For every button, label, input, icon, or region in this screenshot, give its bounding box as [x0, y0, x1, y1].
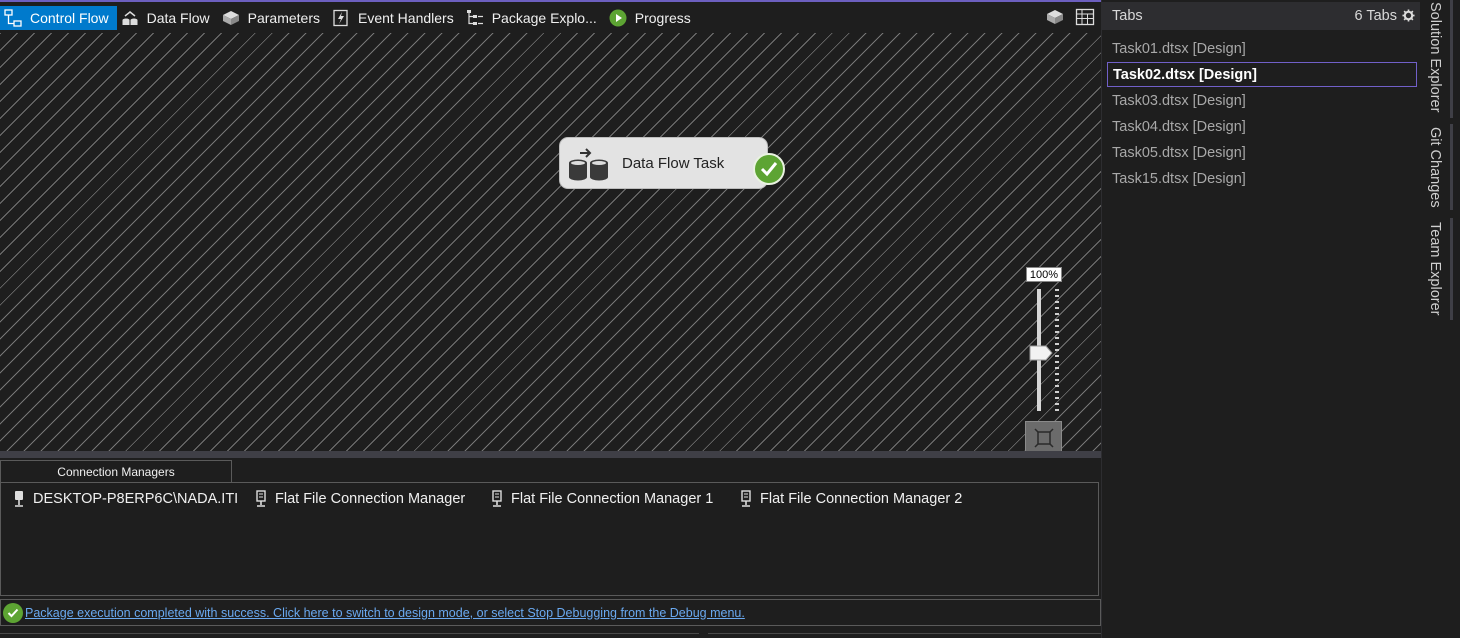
execution-status-bar: Package execution completed with success…	[0, 599, 1101, 626]
connection-manager-item[interactable]: Flat File Connection Manager	[253, 490, 465, 508]
package-designer: Control Flow Data Flow Parameters Event …	[0, 0, 1101, 638]
tabs-panel-header: Tabs 6 Tabs	[1102, 2, 1421, 30]
open-tab-item[interactable]: Task04.dtsx [Design]	[1107, 114, 1417, 139]
side-tab-team-explorer[interactable]: Team Explorer	[1420, 218, 1453, 320]
tab-parameters[interactable]: Parameters	[218, 6, 328, 30]
progress-icon	[609, 9, 627, 27]
zoom-slider-ticks	[1055, 289, 1059, 411]
success-check-icon	[753, 153, 785, 185]
open-tab-item-selected[interactable]: Task02.dtsx [Design]	[1107, 62, 1417, 87]
success-check-icon	[3, 602, 23, 623]
tab-label: Event Handlers	[357, 9, 454, 26]
connection-manager-item[interactable]: Flat File Connection Manager 1	[489, 490, 713, 508]
side-tab-label: Git Changes	[1427, 126, 1443, 208]
tab-event-handlers[interactable]: Event Handlers	[328, 6, 462, 30]
canvas-scroll-divider	[0, 451, 1101, 458]
tab-control-flow[interactable]: Control Flow	[0, 5, 117, 30]
side-tab-label: Team Explorer	[1427, 222, 1443, 316]
control-flow-canvas[interactable]: Data Flow Task 100%	[0, 33, 1101, 451]
zoom-level-label: 100%	[1026, 267, 1062, 282]
zoom-to-fit-button[interactable]	[1025, 421, 1062, 451]
side-tab-git-changes[interactable]: Git Changes	[1420, 124, 1453, 210]
ole-db-connection-icon	[11, 490, 27, 508]
data-flow-icon	[121, 9, 139, 27]
open-tab-item[interactable]: Task15.dtsx [Design]	[1107, 166, 1417, 191]
connection-manager-item[interactable]: Flat File Connection Manager 2	[738, 490, 962, 508]
connection-managers-tab[interactable]: Connection Managers	[0, 460, 232, 482]
gear-icon[interactable]	[1401, 8, 1415, 22]
side-tool-strip: Solution Explorer Git Changes Team Explo…	[1420, 0, 1460, 638]
task-label: Data Flow Task	[622, 154, 725, 172]
tabs-panel: Tabs 6 Tabs Task01.dtsx [Design] Task02.…	[1101, 0, 1421, 638]
tab-package-explorer[interactable]: Package Explo...	[462, 6, 605, 30]
package-explorer-icon	[466, 9, 484, 27]
tab-label: Package Explo...	[491, 9, 597, 26]
flat-file-connection-icon	[489, 490, 505, 508]
zoom-slider-thumb[interactable]	[1029, 345, 1053, 361]
side-tab-label: Solution Explorer	[1427, 1, 1443, 113]
side-tab-indicator	[1450, 218, 1453, 320]
tab-label: Parameters	[247, 9, 320, 26]
connection-manager-label: DESKTOP-P8ERP6C\NADA.ITI	[33, 491, 239, 507]
designer-tabstrip: Control Flow Data Flow Parameters Event …	[0, 2, 1101, 33]
tab-label: Control Flow	[30, 9, 109, 26]
connection-manager-item[interactable]: DESKTOP-P8ERP6C\NADA.ITI	[11, 490, 238, 508]
bottom-panel-edge	[0, 633, 699, 638]
open-tab-item[interactable]: Task03.dtsx [Design]	[1107, 88, 1417, 113]
tabs-count: 6 Tabs	[1354, 8, 1397, 24]
connection-manager-label: Flat File Connection Manager 1	[511, 491, 714, 507]
package-parts-icon[interactable]	[1045, 7, 1065, 27]
open-tab-item[interactable]: Task01.dtsx [Design]	[1107, 36, 1417, 61]
connection-managers-panel[interactable]: DESKTOP-P8ERP6C\NADA.ITI Flat File Conne…	[0, 482, 1099, 596]
parameters-icon	[222, 9, 240, 27]
tab-label: Progress	[634, 9, 691, 26]
data-flow-task[interactable]: Data Flow Task	[559, 137, 768, 189]
flat-file-connection-icon	[253, 490, 269, 508]
control-flow-icon	[4, 8, 22, 27]
side-tab-indicator	[1450, 124, 1453, 210]
tab-data-flow[interactable]: Data Flow	[117, 6, 218, 30]
tab-label: Data Flow	[146, 9, 210, 26]
side-tab-solution-explorer[interactable]: Solution Explorer	[1420, 0, 1453, 118]
open-tab-item[interactable]: Task05.dtsx [Design]	[1107, 140, 1417, 165]
data-flow-task-icon	[566, 143, 612, 183]
tabs-panel-title: Tabs	[1112, 8, 1143, 24]
variables-grid-icon[interactable]	[1075, 7, 1095, 27]
switch-to-design-mode-link[interactable]: Package execution completed with success…	[25, 606, 745, 620]
connection-manager-label: Flat File Connection Manager 2	[760, 491, 963, 507]
flat-file-connection-icon	[738, 490, 754, 508]
tab-progress[interactable]: Progress	[605, 6, 699, 30]
side-tab-indicator	[1450, 0, 1453, 118]
bottom-panel-edge	[708, 633, 1101, 638]
event-handlers-icon	[332, 9, 350, 27]
connection-manager-label: Flat File Connection Manager	[275, 491, 466, 507]
